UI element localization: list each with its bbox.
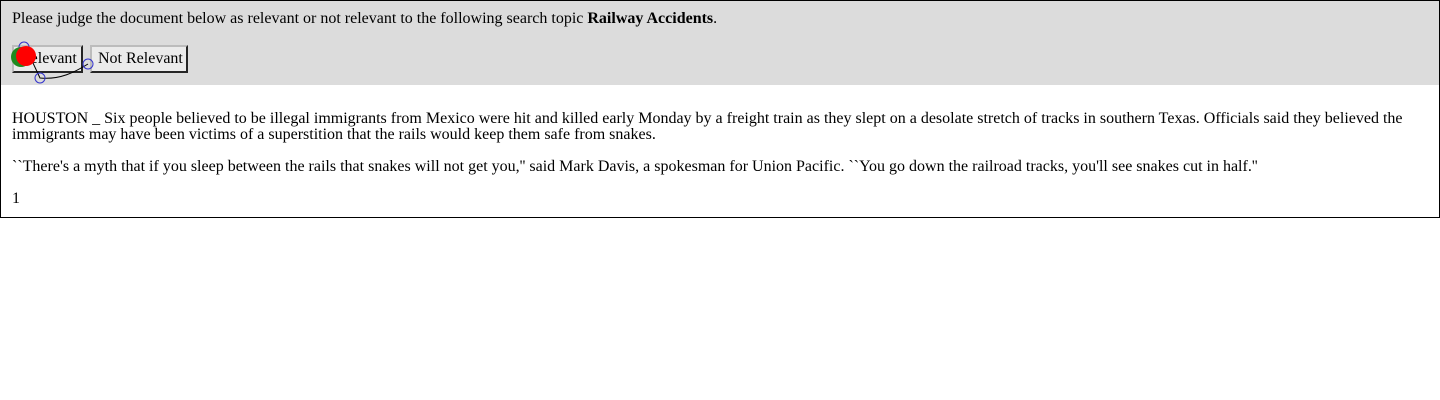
relevant-button[interactable]: Relevant — [12, 45, 83, 73]
instruction-suffix: . — [713, 10, 718, 27]
instruction-text: Please judge the document below as relev… — [12, 10, 717, 28]
judgement-panel: Please judge the document below as relev… — [0, 0, 1440, 86]
instruction-prefix: Please judge the document below as relev… — [12, 10, 588, 27]
document-panel: HOUSTON _ Six people believed to be ille… — [0, 85, 1440, 218]
page-number: 1 — [12, 190, 20, 207]
document-paragraph: ``There's a myth that if you sleep betwe… — [12, 158, 1258, 175]
search-topic: Railway Accidents — [587, 10, 714, 27]
document-body: HOUSTON _ Six people believed to be ille… — [12, 111, 1428, 207]
page: Please judge the document below as relev… — [0, 0, 1440, 400]
document-paragraph: HOUSTON _ Six people believed to be ille… — [12, 110, 1403, 143]
not-relevant-button[interactable]: Not Relevant — [90, 45, 188, 73]
